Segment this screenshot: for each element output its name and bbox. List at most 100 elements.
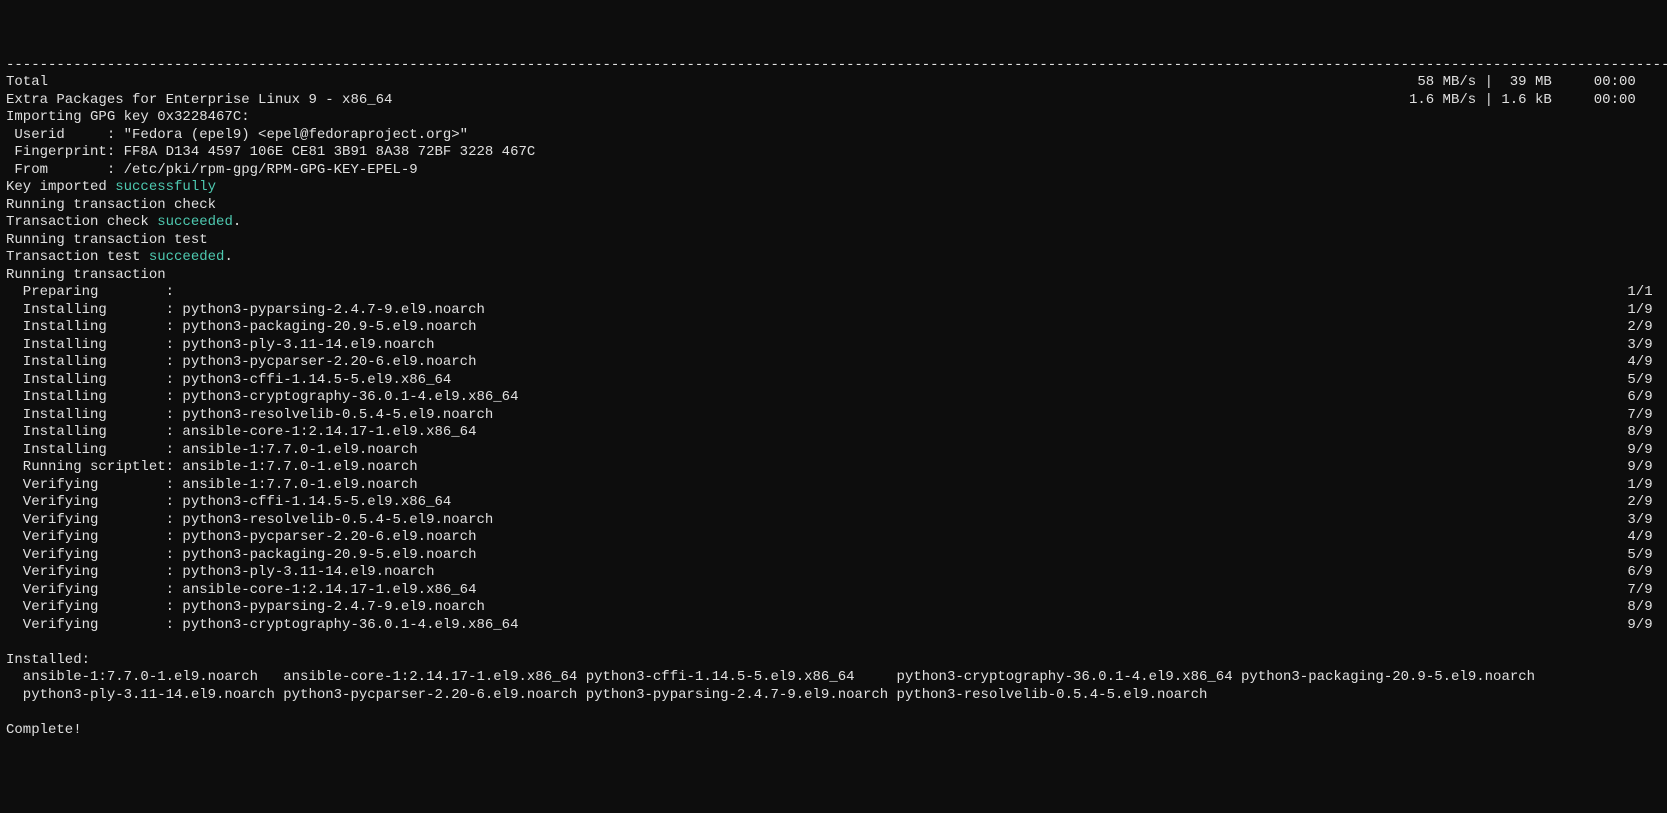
step-left: Verifying : ansible-core-1:2.14.17-1.el9… — [6, 582, 476, 600]
gpg-importing: Importing GPG key 0x3228467C: — [6, 109, 1661, 127]
key-imported-prefix: Key imported — [6, 179, 115, 195]
step-left: Installing : python3-cffi-1.14.5-5.el9.x… — [6, 372, 451, 390]
gpg-from-label: From : — [6, 162, 115, 178]
gpg-userid-label: Userid : — [6, 127, 115, 143]
step-count: 2/9 — [1627, 319, 1661, 337]
step-left: Verifying : python3-pycparser-2.20-6.el9… — [6, 529, 476, 547]
gpg-fingerprint-value: FF8A D134 4597 106E CE81 3B91 8A38 72BF … — [115, 144, 535, 160]
step-label: Installing : — [6, 337, 174, 353]
step-label: Installing : — [6, 407, 174, 423]
tx-test-status: succeeded — [149, 249, 225, 265]
epel-row: Extra Packages for Enterprise Linux 9 - … — [6, 92, 1661, 110]
terminal-output[interactable]: ----------------------------------------… — [6, 57, 1661, 740]
installed-line-1: ansible-1:7.7.0-1.el9.noarch ansible-cor… — [6, 669, 1661, 687]
step-count: 4/9 — [1627, 354, 1661, 372]
step-left: Verifying : python3-ply-3.11-14.el9.noar… — [6, 564, 434, 582]
step-count: 1/9 — [1627, 477, 1661, 495]
step-label: Running scriptlet: — [6, 459, 174, 475]
step-package: python3-cffi-1.14.5-5.el9.x86_64 — [174, 372, 451, 388]
transaction-step: Preparing : 1/1 — [6, 284, 1661, 302]
step-left: Installing : ansible-1:7.7.0-1.el9.noarc… — [6, 442, 418, 460]
step-left: Running scriptlet: ansible-1:7.7.0-1.el9… — [6, 459, 418, 477]
step-label: Installing : — [6, 319, 174, 335]
step-count: 1/9 — [1627, 302, 1661, 320]
step-left: Installing : python3-pyparsing-2.4.7-9.e… — [6, 302, 485, 320]
transaction-step: Installing : ansible-core-1:2.14.17-1.el… — [6, 424, 1661, 442]
tx-test-running: Running transaction test — [6, 232, 1661, 250]
tx-check-status: succeeded — [157, 214, 233, 230]
gpg-fingerprint-label: Fingerprint: — [6, 144, 115, 160]
transaction-step: Installing : python3-pyparsing-2.4.7-9.e… — [6, 302, 1661, 320]
transaction-step: Verifying : python3-pyparsing-2.4.7-9.el… — [6, 599, 1661, 617]
step-package: ansible-core-1:2.14.17-1.el9.x86_64 — [174, 582, 476, 598]
gpg-fingerprint: Fingerprint: FF8A D134 4597 106E CE81 3B… — [6, 144, 1661, 162]
step-package: python3-pyparsing-2.4.7-9.el9.noarch — [174, 599, 485, 615]
step-package: python3-packaging-20.9-5.el9.noarch — [174, 547, 476, 563]
transaction-step: Installing : python3-ply-3.11-14.el9.noa… — [6, 337, 1661, 355]
step-count: 5/9 — [1627, 547, 1661, 565]
step-package: python3-pyparsing-2.4.7-9.el9.noarch — [174, 302, 485, 318]
step-left: Installing : python3-resolvelib-0.5.4-5.… — [6, 407, 493, 425]
step-package: ansible-core-1:2.14.17-1.el9.x86_64 — [174, 424, 476, 440]
transaction-steps: Preparing : 1/1 Installing : python3-pyp… — [6, 284, 1661, 634]
step-label: Verifying : — [6, 599, 174, 615]
gpg-from: From : /etc/pki/rpm-gpg/RPM-GPG-KEY-EPEL… — [6, 162, 1661, 180]
blank-line — [6, 634, 1661, 652]
step-package: python3-cryptography-36.0.1-4.el9.x86_64 — [174, 389, 518, 405]
step-label: Installing : — [6, 354, 174, 370]
step-package: ansible-1:7.7.0-1.el9.noarch — [174, 477, 418, 493]
step-count: 3/9 — [1627, 512, 1661, 530]
step-package: python3-cffi-1.14.5-5.el9.x86_64 — [174, 494, 451, 510]
step-count: 8/9 — [1627, 424, 1661, 442]
step-label: Installing : — [6, 302, 174, 318]
step-package — [174, 284, 182, 300]
step-label: Verifying : — [6, 547, 174, 563]
step-count: 8/9 — [1627, 599, 1661, 617]
step-left: Verifying : python3-cryptography-36.0.1-… — [6, 617, 519, 635]
blank-line-2 — [6, 704, 1661, 722]
step-count: 3/9 — [1627, 337, 1661, 355]
step-count: 6/9 — [1627, 389, 1661, 407]
step-label: Verifying : — [6, 494, 174, 510]
step-count: 7/9 — [1627, 407, 1661, 425]
transaction-step: Verifying : python3-packaging-20.9-5.el9… — [6, 547, 1661, 565]
step-label: Verifying : — [6, 564, 174, 580]
step-package: python3-cryptography-36.0.1-4.el9.x86_64 — [174, 617, 518, 633]
transaction-step: Verifying : python3-ply-3.11-14.el9.noar… — [6, 564, 1661, 582]
step-label: Verifying : — [6, 529, 174, 545]
epel-stats: 1.6 MB/s | 1.6 kB 00:00 — [1409, 92, 1661, 110]
transaction-step: Verifying : python3-pycparser-2.20-6.el9… — [6, 529, 1661, 547]
transaction-step: Installing : python3-packaging-20.9-5.el… — [6, 319, 1661, 337]
key-imported-status: successfully — [115, 179, 216, 195]
step-left: Verifying : python3-packaging-20.9-5.el9… — [6, 547, 476, 565]
transaction-step: Running scriptlet: ansible-1:7.7.0-1.el9… — [6, 459, 1661, 477]
step-count: 1/1 — [1627, 284, 1661, 302]
step-label: Verifying : — [6, 617, 174, 633]
gpg-from-value: /etc/pki/rpm-gpg/RPM-GPG-KEY-EPEL-9 — [115, 162, 417, 178]
step-count: 9/9 — [1627, 459, 1661, 477]
epel-label: Extra Packages for Enterprise Linux 9 - … — [6, 92, 392, 110]
step-left: Installing : python3-cryptography-36.0.1… — [6, 389, 519, 407]
step-left: Installing : python3-ply-3.11-14.el9.noa… — [6, 337, 434, 355]
step-label: Installing : — [6, 442, 174, 458]
step-package: python3-pycparser-2.20-6.el9.noarch — [174, 354, 476, 370]
tx-test-result: Transaction test succeeded. — [6, 249, 1661, 267]
step-package: python3-ply-3.11-14.el9.noarch — [174, 564, 434, 580]
gpg-userid-value: "Fedora (epel9) <epel@fedoraproject.org>… — [115, 127, 468, 143]
transaction-step: Verifying : ansible-core-1:2.14.17-1.el9… — [6, 582, 1661, 600]
step-label: Verifying : — [6, 512, 174, 528]
step-label: Verifying : — [6, 582, 174, 598]
tx-test-suffix: . — [224, 249, 232, 265]
step-left: Verifying : python3-pyparsing-2.4.7-9.el… — [6, 599, 485, 617]
step-count: 9/9 — [1627, 617, 1661, 635]
step-package: ansible-1:7.7.0-1.el9.noarch — [174, 459, 418, 475]
tx-test-prefix: Transaction test — [6, 249, 149, 265]
step-package: python3-pycparser-2.20-6.el9.noarch — [174, 529, 476, 545]
step-left: Installing : python3-packaging-20.9-5.el… — [6, 319, 476, 337]
gpg-userid: Userid : "Fedora (epel9) <epel@fedorapro… — [6, 127, 1661, 145]
step-count: 9/9 — [1627, 442, 1661, 460]
step-label: Installing : — [6, 424, 174, 440]
transaction-step: Verifying : ansible-1:7.7.0-1.el9.noarch… — [6, 477, 1661, 495]
tx-check-prefix: Transaction check — [6, 214, 157, 230]
transaction-step: Verifying : python3-cryptography-36.0.1-… — [6, 617, 1661, 635]
